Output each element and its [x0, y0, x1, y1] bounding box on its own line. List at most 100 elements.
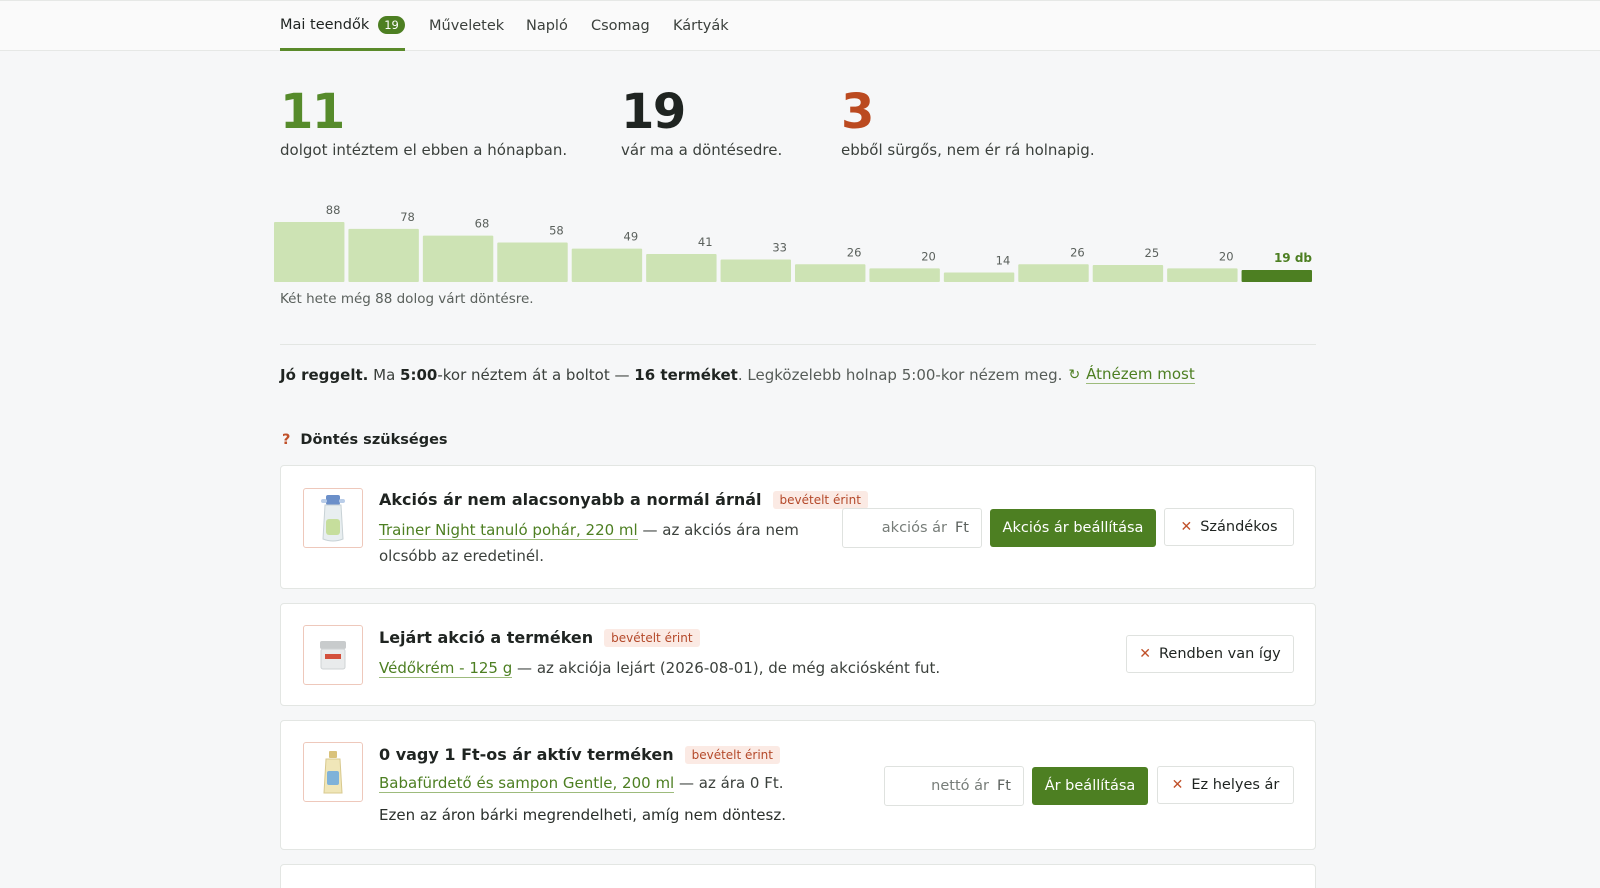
refresh-icon: ↻: [1068, 366, 1081, 383]
rescan-link[interactable]: Átnézem most: [1086, 365, 1195, 384]
issue-title: Akciós ár nem alacsonyabb a normál árnál…: [379, 490, 868, 509]
chart-bar: [348, 228, 419, 282]
chart-bar: [869, 268, 940, 282]
chart-bar: [795, 264, 866, 282]
stat-urgent-label: ebből sürgős, nem ér rá holnapig.: [841, 141, 1095, 159]
top-navigation: Mai teendők 19 Műveletek Napló Csomag Ká…: [0, 0, 1600, 51]
issue-desc-text-2: olcsóbb az eredetinél.: [379, 547, 544, 565]
status-text-3: . Legközelebb holnap 5:00-kor nézem meg.: [737, 365, 1063, 384]
chart-value-label: 78: [400, 210, 415, 224]
chart-bar: [422, 235, 494, 282]
product-thumbnail[interactable]: [303, 488, 363, 548]
ok-as-is-label: Rendben van így: [1158, 646, 1281, 662]
tab-count-badge: 19: [378, 15, 405, 34]
chart-bar: [571, 248, 643, 282]
chart-bar: [1092, 264, 1164, 282]
issue-card-sale-price: Akciós ár nem alacsonyabb a normál árnál…: [280, 465, 1316, 589]
tab-csomag[interactable]: Csomag: [591, 1, 650, 51]
currency-unit: Ft: [954, 520, 969, 536]
chart-value-label: 26: [1070, 245, 1085, 259]
stat-urgent-value: 3: [841, 84, 874, 140]
issue-title-text: Akciós ár nem alacsonyabb a normál árnál: [379, 490, 762, 509]
stat-done-value: 11: [280, 84, 345, 140]
net-price-placeholder: nettó ár: [931, 778, 989, 794]
stat-waiting-label: vár ma a döntésedre.: [621, 141, 783, 159]
chart-value-label: 20: [921, 249, 936, 263]
intentional-label: Szándékos: [1200, 519, 1278, 535]
issue-title: 0 vagy 1 Ft-os ár aktív terméken bevétel…: [379, 745, 780, 764]
greeting: Jó reggelt.: [280, 365, 369, 384]
chart-value-label: 25: [1145, 246, 1160, 260]
issue-desc-text: — az akciós ára nem: [642, 521, 799, 539]
net-price-input[interactable]: nettó ár Ft: [884, 766, 1024, 806]
chart-value-label: 49: [624, 230, 639, 244]
chart-bar: [943, 272, 1015, 282]
set-price-button[interactable]: Ár beállítása: [1032, 767, 1148, 805]
currency-unit: Ft: [996, 778, 1011, 794]
chart-value-label: 68: [475, 217, 490, 231]
revenue-tag: bevételt érint: [604, 628, 700, 647]
correct-price-label: Ez helyes ár: [1191, 777, 1280, 793]
chart-value-label: 19 db: [1274, 251, 1312, 265]
revenue-tag: bevételt érint: [684, 745, 780, 764]
tab-muveletek[interactable]: Műveletek: [429, 1, 504, 51]
product-thumbnail[interactable]: [303, 742, 363, 802]
issue-description: Babafürdető és sampon Gentle, 200 ml — a…: [379, 770, 784, 796]
chart-value-label: 88: [326, 203, 341, 217]
tab-kartyak[interactable]: Kártyák: [673, 1, 729, 51]
set-sale-price-button[interactable]: Akciós ár beállítása: [990, 509, 1156, 547]
tab-label: Napló: [526, 18, 568, 34]
tab-label: Kártyák: [673, 18, 729, 34]
stat-urgent: 3 ebből sürgős, nem ér rá holnapig.: [841, 84, 1095, 159]
tab-mai-teendok[interactable]: Mai teendők 19: [280, 1, 405, 51]
chart-bar: [720, 259, 791, 282]
revenue-tag: bevételt érint: [772, 490, 868, 509]
sale-price-input[interactable]: akciós ár Ft: [842, 508, 982, 548]
divider: [280, 344, 1316, 345]
chart-bar: [1167, 268, 1238, 282]
chart-value-label: 41: [698, 235, 713, 249]
status-text-1: Ma: [373, 365, 396, 384]
intentional-button[interactable]: ✕ Szándékos: [1164, 508, 1294, 546]
product-thumbnail[interactable]: [303, 625, 363, 685]
close-icon: ✕: [1171, 777, 1184, 793]
product-link[interactable]: Babafürdető és sampon Gentle, 200 ml: [379, 774, 675, 793]
tab-naplo[interactable]: Napló: [526, 1, 568, 51]
chart-value-label: 20: [1219, 249, 1234, 263]
rescan-action[interactable]: ↻ Átnézem most: [1068, 365, 1195, 384]
question-icon: ?: [282, 432, 291, 448]
chart-value-label: 26: [847, 245, 862, 259]
chart-caption: Két hete még 88 dolog várt döntésre.: [280, 291, 534, 307]
chart-value-label: 58: [549, 223, 564, 237]
chart-value-label: 33: [772, 241, 787, 255]
issue-title-text: 0 vagy 1 Ft-os ár aktív terméken: [379, 745, 674, 764]
stat-waiting: 19 vár ma a döntésedre.: [621, 84, 782, 159]
issue-desc-text: — az ára 0 Ft.: [679, 774, 784, 792]
product-link[interactable]: Védőkrém - 125 g: [379, 659, 513, 678]
pending-trend-chart: 88 78 68 58 49 41 33 26 20 14 26 25 20 19 db: [274, 203, 1312, 282]
issue-warning-text: Ezen az áron bárki megrendelheti, amíg n…: [379, 806, 786, 824]
close-icon: ✕: [1139, 646, 1151, 662]
stat-done-label: dolgot intéztem el ebben a hónapban.: [280, 141, 568, 159]
issue-description: Védőkrém - 125 g — az akciója lejárt (20…: [379, 655, 940, 681]
stat-waiting-value: 19: [621, 84, 686, 140]
chart-bar: [1018, 264, 1089, 282]
product-link[interactable]: Trainer Night tanuló pohár, 220 ml: [379, 521, 638, 540]
issue-card-expired-sale: Lejárt akció a terméken bevételt érint V…: [280, 603, 1316, 706]
cream-jar-product-icon: [320, 641, 346, 670]
ok-as-is-button[interactable]: ✕ Rendben van így: [1126, 635, 1294, 673]
tab-label: Műveletek: [429, 18, 505, 34]
correct-price-button[interactable]: ✕ Ez helyes ár: [1157, 766, 1294, 804]
stat-done: 11 dolgot intéztem el ebben a hónapban.: [280, 84, 567, 159]
close-icon: ✕: [1180, 519, 1193, 535]
issue-title: Lejárt akció a terméken bevételt érint: [379, 628, 700, 647]
chart-value-label: 14: [996, 253, 1011, 267]
sale-price-placeholder: akciós ár: [881, 520, 947, 536]
issue-card-next: [280, 864, 1316, 888]
issue-title-text: Lejárt akció a terméken: [379, 628, 594, 647]
issue-description: Trainer Night tanuló pohár, 220 ml — az …: [379, 517, 799, 569]
issue-desc-text: — az akciója lejárt (2026-08-01), de még…: [517, 659, 941, 677]
chart-bar: [1241, 270, 1312, 282]
cup-product-icon: [321, 495, 345, 542]
scan-count: 16 terméket: [634, 365, 738, 384]
